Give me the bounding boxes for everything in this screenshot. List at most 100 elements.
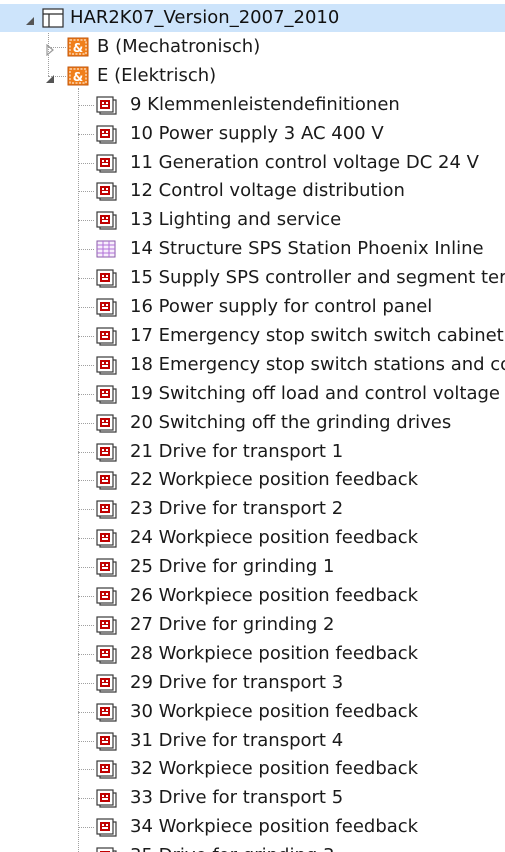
- collapse-arrow-icon[interactable]: [44, 70, 56, 83]
- tree-node-label: 15 Supply SPS controller and segment ter…: [130, 267, 505, 289]
- schematic-page-icon: [96, 499, 118, 523]
- branch-connector: [78, 798, 94, 800]
- branch-connector: [78, 682, 94, 684]
- branch-connector: [78, 451, 94, 453]
- schematic-page-icon: [96, 817, 118, 841]
- tree-page-node[interactable]: 26 Workpiece position feedback: [0, 582, 505, 610]
- tree-group-node[interactable]: & B (Mechatronisch): [0, 33, 505, 61]
- branch-connector: [78, 133, 94, 135]
- schematic-page-icon: [96, 644, 118, 668]
- schematic-page-icon: [96, 586, 118, 610]
- tree-node-label: 18 Emergency stop switch stations and co…: [130, 353, 505, 375]
- tree-page-node[interactable]: 34 Workpiece position feedback: [0, 813, 505, 841]
- tree-page-node[interactable]: 10 Power supply 3 AC 400 V: [0, 120, 505, 148]
- tree-page-node[interactable]: 14 Structure SPS Station Phoenix Inline: [0, 235, 505, 263]
- tree-page-node[interactable]: 11 Generation control voltage DC 24 V: [0, 149, 505, 177]
- branch-connector: [78, 509, 94, 511]
- tree-node-label: 21 Drive for transport 1: [130, 440, 344, 462]
- schematic-page-icon: [96, 759, 118, 783]
- tree-page-node[interactable]: 25 Drive for grinding 1: [0, 553, 505, 581]
- schematic-page-icon: [96, 95, 118, 119]
- tree-node-label: 27 Drive for grinding 2: [130, 613, 335, 635]
- branch-connector: [78, 596, 94, 597]
- schematic-page-icon: [96, 297, 118, 321]
- schematic-page-icon: [96, 442, 118, 466]
- schematic-page-icon: [96, 153, 118, 177]
- tree-page-node[interactable]: 17 Emergency stop switch switch cabinet …: [0, 322, 505, 350]
- tree-page-node[interactable]: 13 Lighting and service: [0, 206, 505, 234]
- tree-node-label: 25 Drive for grinding 1: [130, 556, 335, 578]
- schematic-page-icon: [96, 615, 118, 639]
- structure-group-icon: &: [67, 37, 89, 61]
- tree-page-node[interactable]: 12 Control voltage distribution: [0, 177, 505, 205]
- tree-page-node[interactable]: 22 Workpiece position feedback: [0, 466, 505, 494]
- branch-connector: [78, 278, 94, 280]
- schematic-page-icon: [96, 268, 118, 292]
- schematic-page-icon: [96, 673, 118, 697]
- branch-connector: [78, 307, 94, 308]
- tree-page-node[interactable]: 30 Workpiece position feedback: [0, 698, 505, 726]
- tree-page-node[interactable]: 28 Workpiece position feedback: [0, 640, 505, 668]
- branch-connector: [78, 191, 94, 193]
- branch-connector: [78, 335, 94, 337]
- tree-page-node[interactable]: 16 Power supply for control panel: [0, 293, 505, 321]
- branch-connector: [78, 480, 94, 482]
- tree-node-label: 14 Structure SPS Station Phoenix Inline: [130, 238, 484, 260]
- tree-page-node[interactable]: 32 Workpiece position feedback: [0, 755, 505, 783]
- branch-connector: [78, 249, 94, 251]
- schematic-page-icon: [96, 181, 118, 205]
- project-tree[interactable]: HAR2K07_Version_2007_2010 & B (Mechatronis…: [0, 0, 505, 852]
- tree-page-node[interactable]: 19 Switching off load and control voltag…: [0, 380, 505, 408]
- schematic-page-icon: [96, 470, 118, 494]
- tree-page-node[interactable]: 24 Workpiece position feedback: [0, 524, 505, 552]
- schematic-page-icon: [96, 557, 118, 581]
- schematic-page-icon: [96, 413, 118, 437]
- branch-connector: [78, 769, 94, 771]
- tree-root-node[interactable]: HAR2K07_Version_2007_2010: [0, 4, 505, 32]
- tree-node-label: 20 Switching off the grinding drives: [130, 411, 452, 433]
- branch-connector: [78, 393, 94, 395]
- branch-connector: [78, 104, 94, 106]
- tree-page-node[interactable]: 20 Switching off the grinding drives: [0, 409, 505, 437]
- tree-page-node[interactable]: 9 Klemmenleistendefinitionen: [0, 91, 505, 119]
- tree-node-label: B (Mechatronisch): [97, 35, 261, 57]
- tree-node-label: 10 Power supply 3 AC 400 V: [130, 122, 384, 144]
- tree-node-label: 24 Workpiece position feedback: [130, 527, 419, 549]
- schematic-page-icon: [96, 124, 118, 148]
- tree-page-node[interactable]: 27 Drive for grinding 2: [0, 611, 505, 639]
- tree-node-label: E (Elektrisch): [97, 64, 217, 86]
- tree-node-label: 28 Workpiece position feedback: [130, 642, 419, 664]
- tree-node-label: 34 Workpiece position feedback: [130, 816, 419, 838]
- schematic-page-icon: [96, 384, 118, 408]
- expand-arrow-icon[interactable]: [44, 41, 56, 57]
- tree-group-node[interactable]: & E (Elektrisch): [0, 62, 505, 90]
- svg-text:&: &: [73, 70, 83, 84]
- branch-connector: [78, 624, 94, 626]
- branch-connector: [78, 653, 94, 655]
- branch-connector: [78, 220, 94, 222]
- branch-connector: [78, 740, 94, 742]
- schematic-page-icon: [96, 326, 118, 350]
- tree-node-label: 32 Workpiece position feedback: [130, 758, 419, 780]
- schematic-page-icon: [96, 355, 118, 379]
- tree-page-node[interactable]: 21 Drive for transport 1: [0, 438, 505, 466]
- tree-node-label: 29 Drive for transport 3: [130, 671, 344, 693]
- tree-node-label: 22 Workpiece position feedback: [130, 469, 419, 491]
- tree-page-node[interactable]: 35 Drive for grinding 3: [0, 842, 505, 852]
- tree-page-node[interactable]: 18 Emergency stop switch stations and co…: [0, 351, 505, 379]
- collapse-arrow-icon[interactable]: [24, 12, 36, 25]
- tree-page-node[interactable]: 31 Drive for transport 4: [0, 727, 505, 755]
- branch-connector: [78, 162, 94, 164]
- tree-page-node[interactable]: 33 Drive for transport 5: [0, 784, 505, 812]
- tree-page-node[interactable]: 15 Supply SPS controller and segment ter…: [0, 264, 505, 292]
- tree-page-node[interactable]: 23 Drive for transport 2: [0, 495, 505, 523]
- tree-node-label: 30 Workpiece position feedback: [130, 700, 419, 722]
- tree-node-label: 31 Drive for transport 4: [130, 729, 344, 751]
- schematic-page-icon: [96, 846, 118, 852]
- tree-node-label: 13 Lighting and service: [130, 209, 342, 231]
- tree-node-label: 19 Switching off load and control voltag…: [130, 382, 500, 404]
- tree-node-label: 33 Drive for transport 5: [130, 787, 344, 809]
- tree-page-node[interactable]: 29 Drive for transport 3: [0, 669, 505, 697]
- branch-connector: [78, 567, 94, 569]
- schematic-page-icon: [96, 528, 118, 552]
